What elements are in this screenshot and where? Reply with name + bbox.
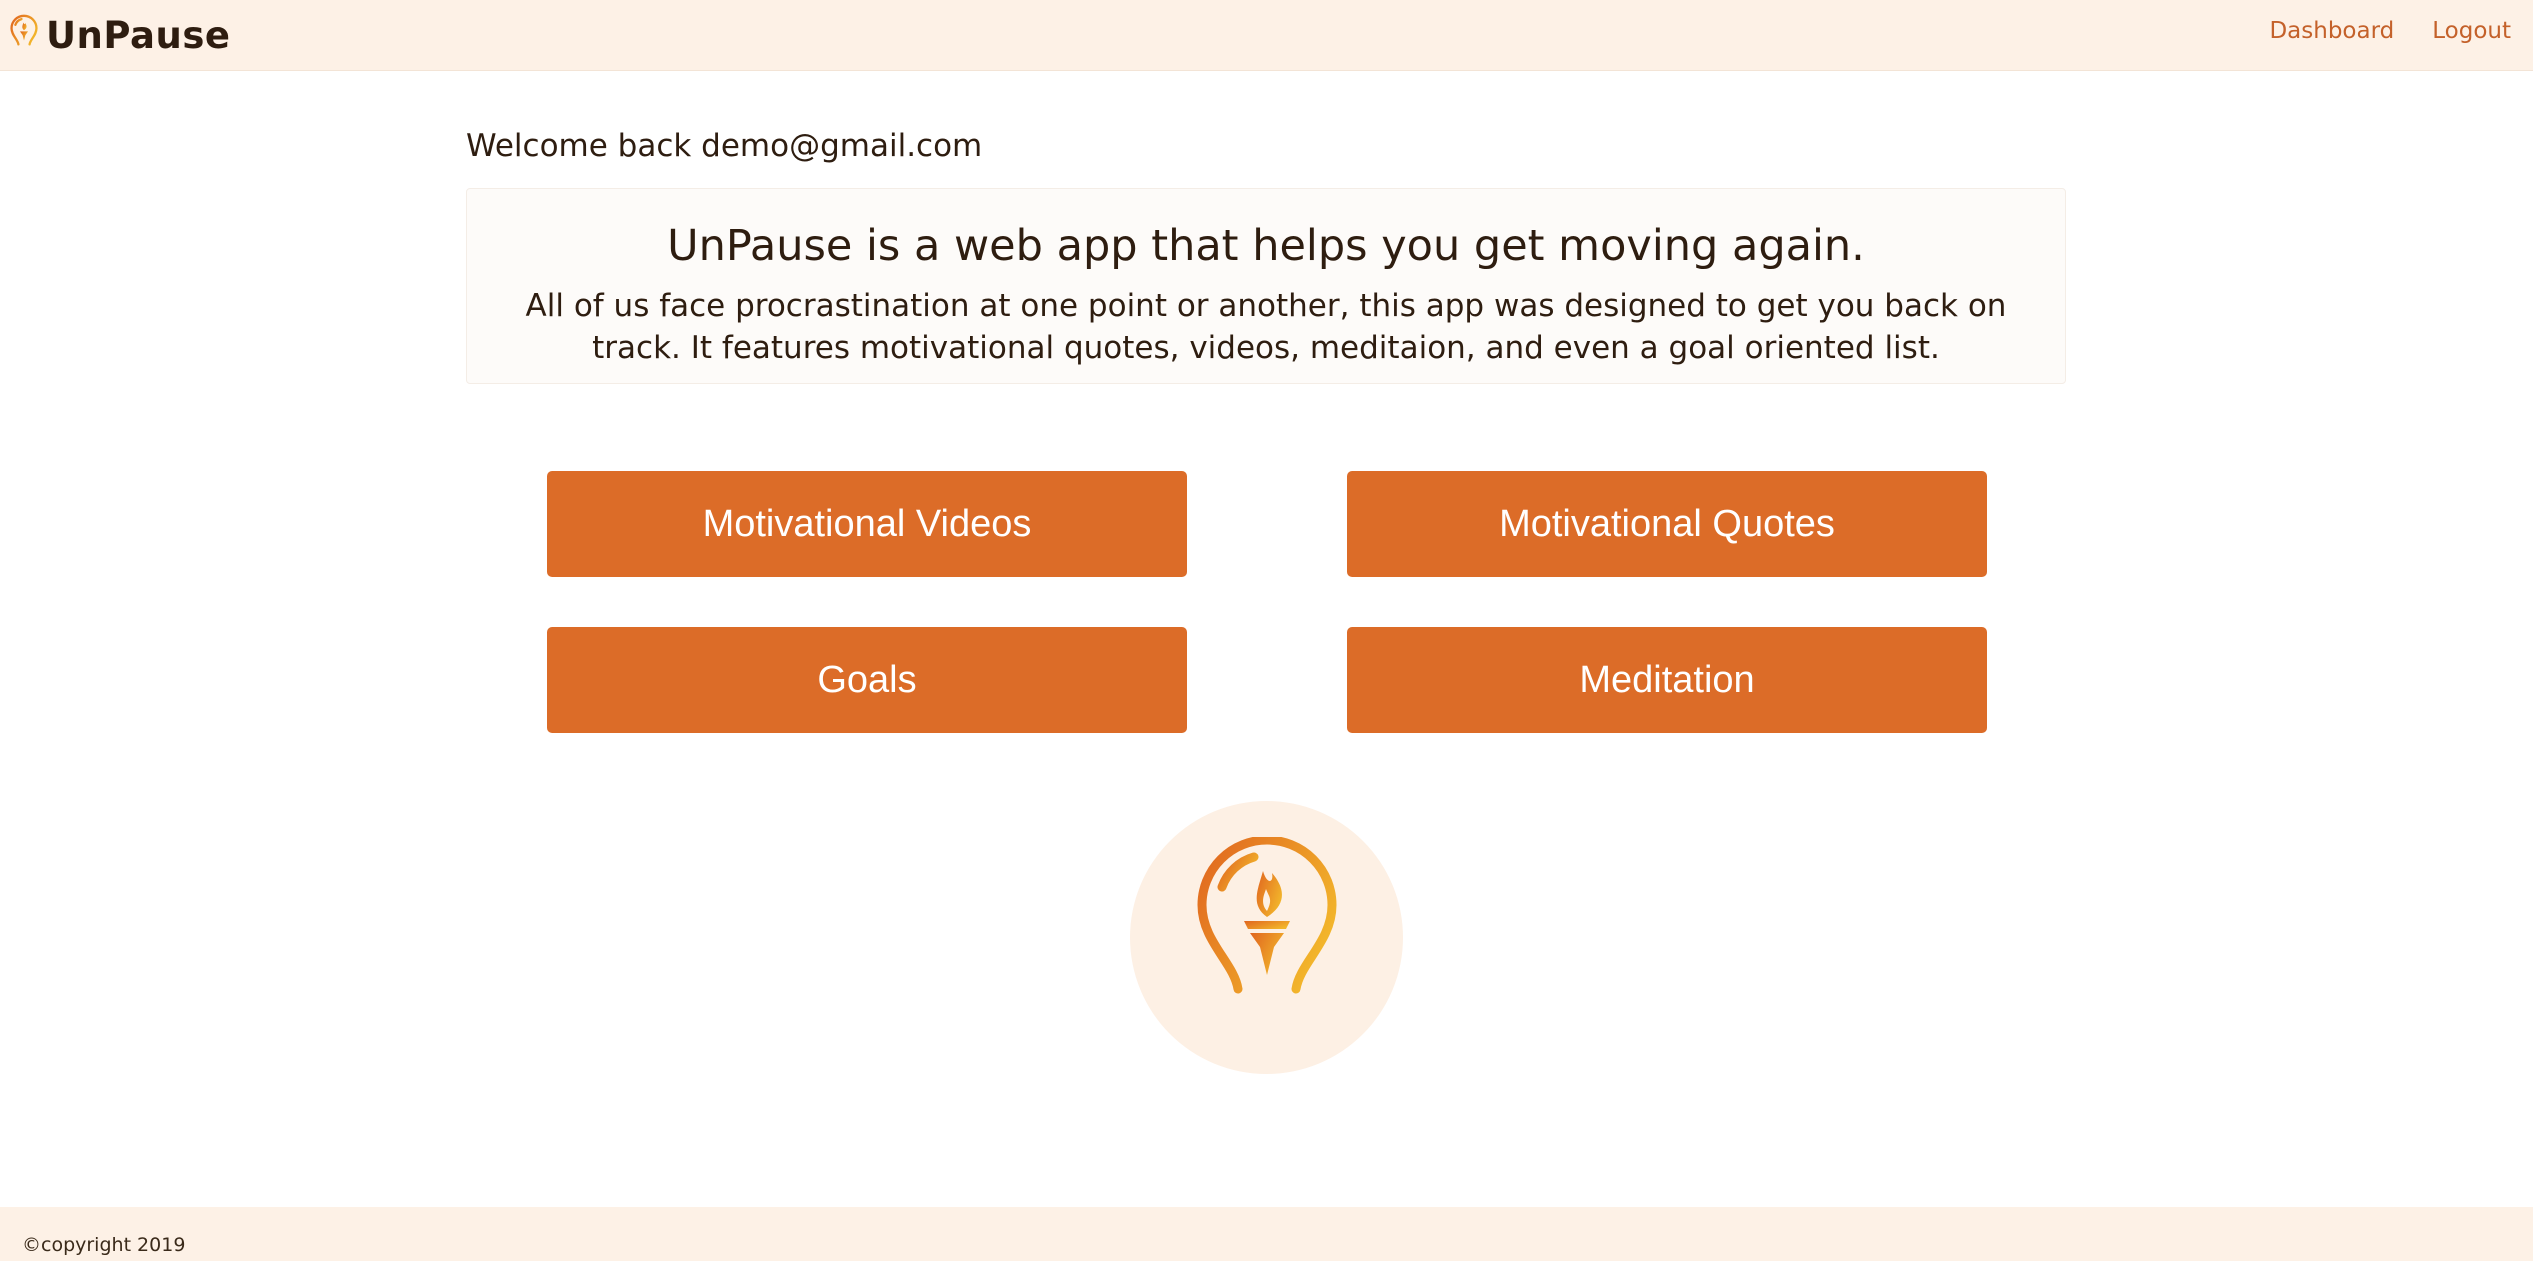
footer: ©copyright 2019 — [0, 1207, 2533, 1261]
brand-link[interactable]: UnPause — [10, 12, 230, 58]
brand-name: UnPause — [46, 13, 231, 57]
welcome-message: Welcome back demo@gmail.com — [466, 128, 983, 164]
meditation-button[interactable]: Meditation — [1347, 627, 1987, 733]
copyright-text: ©copyright 2019 — [22, 1234, 186, 1256]
nav-links: Dashboard Logout — [2269, 18, 2511, 44]
lightbulb-torch-icon — [1197, 837, 1337, 1040]
navbar: UnPause Dashboard Logout — [0, 0, 2533, 71]
intro-description: All of us face procrastination at one po… — [525, 288, 2007, 366]
intro-panel: UnPause is a web app that helps you get … — [466, 188, 2066, 384]
motivational-videos-button[interactable]: Motivational Videos — [547, 471, 1187, 577]
dashboard-link[interactable]: Dashboard — [2269, 18, 2394, 44]
logo-badge — [1130, 801, 1403, 1074]
lightbulb-torch-icon — [10, 14, 38, 55]
goals-button[interactable]: Goals — [547, 627, 1187, 733]
motivational-quotes-button[interactable]: Motivational Quotes — [1347, 471, 1987, 577]
intro-title: UnPause is a web app that helps you get … — [667, 221, 1865, 271]
logout-link[interactable]: Logout — [2432, 18, 2511, 44]
